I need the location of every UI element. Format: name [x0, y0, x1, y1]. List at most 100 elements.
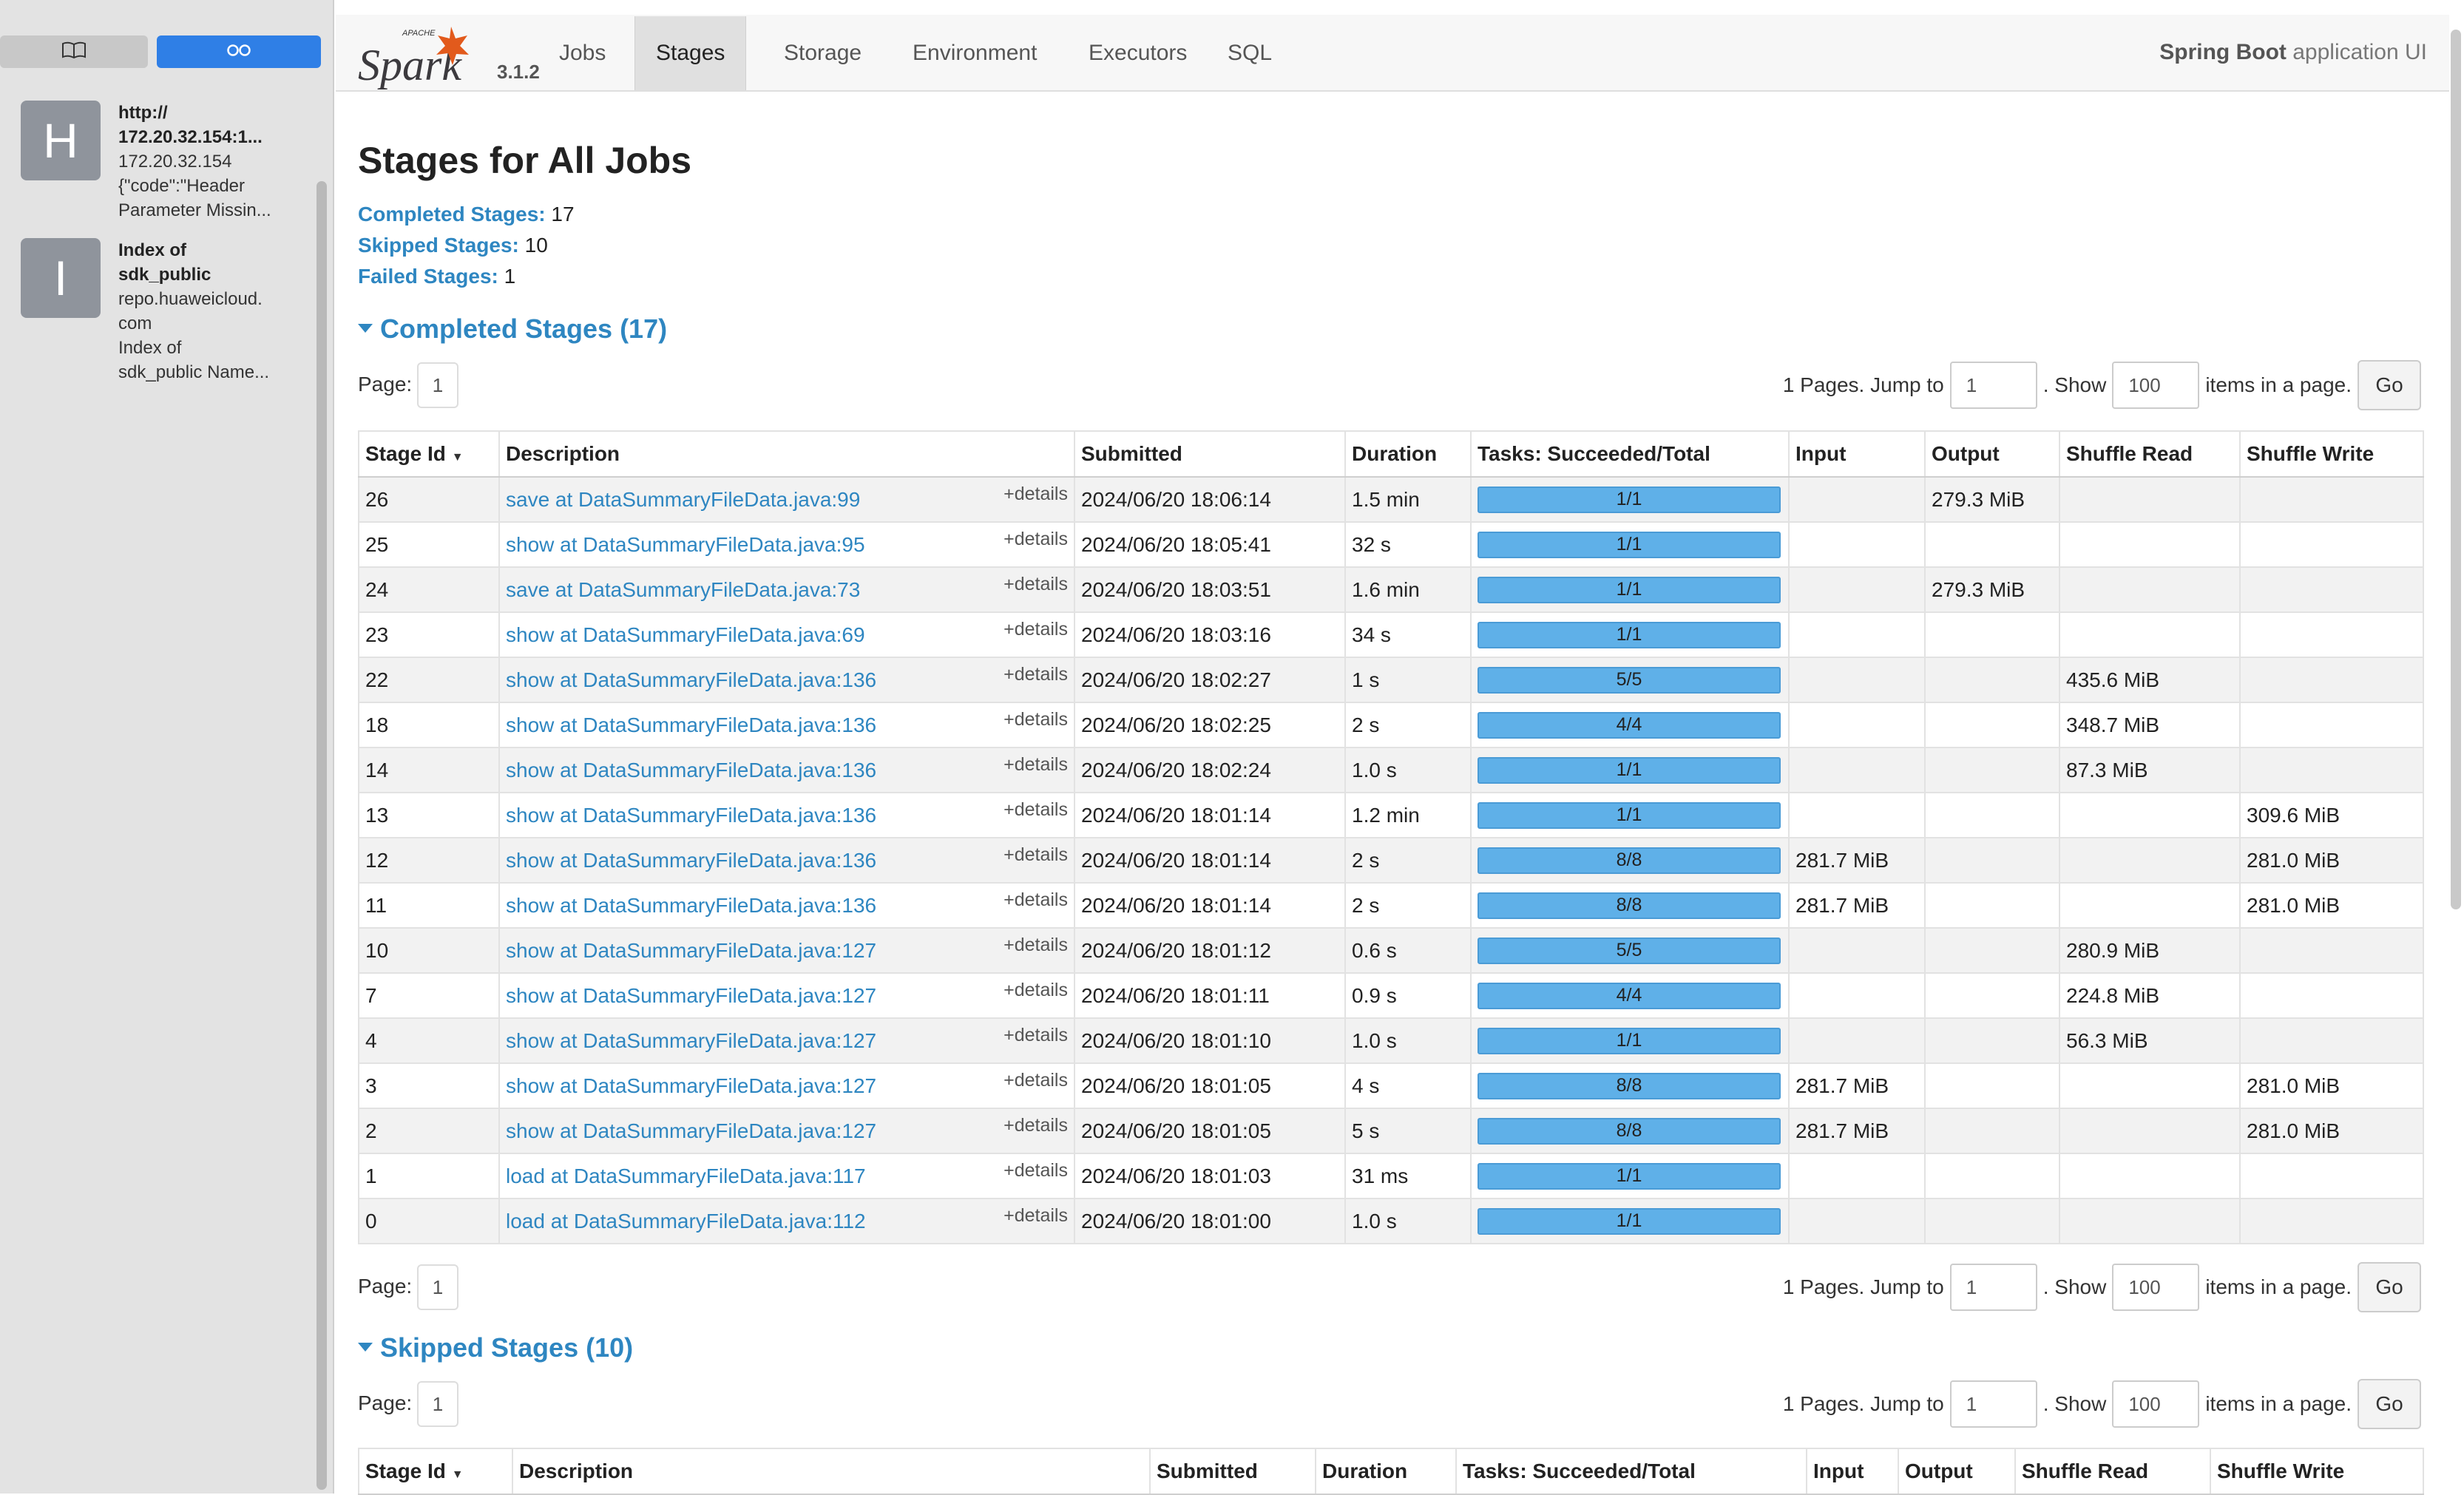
shuffle-write-cell	[2239, 927, 2424, 974]
details-toggle[interactable]: +details	[1003, 1205, 1068, 1227]
go-button[interactable]: Go	[2358, 1379, 2421, 1429]
details-toggle[interactable]: +details	[1003, 980, 1068, 1001]
completed-stages-header[interactable]: Completed Stages (17)	[358, 313, 667, 345]
stage-description-link[interactable]: show at DataSummaryFileData.java:136	[506, 713, 876, 737]
col-submitted[interactable]: Submitted	[1074, 430, 1346, 478]
go-button[interactable]: Go	[2358, 360, 2421, 410]
output-cell	[1924, 1108, 2060, 1154]
stage-description-link[interactable]: show at DataSummaryFileData.java:69	[506, 623, 865, 647]
description-wrap: show at DataSummaryFileData.java:127 +det…	[506, 929, 1068, 972]
col-tasks[interactable]: Tasks: Succeeded/Total	[1455, 1448, 1807, 1495]
spark-logo[interactable]: APACHE Spark 3.1.2	[356, 19, 540, 93]
details-toggle[interactable]: +details	[1003, 1160, 1068, 1182]
go-button[interactable]: Go	[2358, 1262, 2421, 1312]
tab-executors[interactable]: Executors	[1068, 16, 1208, 90]
details-toggle[interactable]: +details	[1003, 1025, 1068, 1046]
output-cell	[1924, 657, 2060, 703]
stage-description-link[interactable]: show at DataSummaryFileData.java:136	[506, 849, 876, 872]
col-shuffle-read[interactable]: Shuffle Read	[2059, 430, 2241, 478]
stage-description-link[interactable]: show at DataSummaryFileData.java:95	[506, 533, 865, 557]
tab-environment[interactable]: Environment	[892, 16, 1057, 90]
output-cell	[1924, 1198, 2060, 1244]
page-number-link[interactable]: 1	[417, 1264, 458, 1310]
jump-to-input[interactable]: 1	[1949, 1380, 2037, 1428]
col-description[interactable]: Description	[512, 1448, 1151, 1495]
details-toggle[interactable]: +details	[1003, 529, 1068, 550]
page-size-input[interactable]: 100	[2112, 362, 2200, 409]
stage-description-link[interactable]: save at DataSummaryFileData.java:73	[506, 578, 860, 602]
details-toggle[interactable]: +details	[1003, 1115, 1068, 1136]
tab-storage[interactable]: Storage	[763, 16, 882, 90]
page-number-link[interactable]: 1	[417, 1381, 458, 1427]
details-toggle[interactable]: +details	[1003, 619, 1068, 640]
sidebar-scrollbar[interactable]	[317, 181, 327, 1490]
table-row: 14 show at DataSummaryFileData.java:136 +d…	[358, 747, 2424, 793]
page-number-link[interactable]: 1	[417, 362, 458, 408]
output-cell	[1924, 747, 2060, 793]
col-submitted[interactable]: Submitted	[1149, 1448, 1316, 1495]
stage-description-link[interactable]: show at DataSummaryFileData.java:136	[506, 804, 876, 827]
col-input[interactable]: Input	[1806, 1448, 1899, 1495]
details-toggle[interactable]: +details	[1003, 709, 1068, 730]
details-toggle[interactable]: +details	[1003, 799, 1068, 821]
col-input[interactable]: Input	[1788, 430, 1926, 478]
tab-stages[interactable]: Stages	[634, 16, 747, 90]
description-cell: show at DataSummaryFileData.java:136 +det…	[498, 702, 1075, 748]
stage-description-link[interactable]: save at DataSummaryFileData.java:99	[506, 488, 860, 512]
col-shuffle-write[interactable]: Shuffle Write	[2210, 1448, 2424, 1495]
tab-jobs[interactable]: Jobs	[538, 16, 626, 90]
details-toggle[interactable]: +details	[1003, 889, 1068, 911]
stage-description-link[interactable]: show at DataSummaryFileData.java:136	[506, 894, 876, 918]
details-toggle[interactable]: +details	[1003, 664, 1068, 685]
stage-description-link[interactable]: show at DataSummaryFileData.java:127	[506, 1029, 876, 1053]
tab-bookmarks[interactable]	[0, 35, 148, 68]
details-toggle[interactable]: +details	[1003, 1070, 1068, 1091]
details-toggle[interactable]: +details	[1003, 935, 1068, 956]
table-row: 11 show at DataSummaryFileData.java:136 +d…	[358, 882, 2424, 929]
details-toggle[interactable]: +details	[1003, 574, 1068, 595]
col-output[interactable]: Output	[1898, 1448, 2016, 1495]
tab-reading-list[interactable]	[157, 35, 321, 68]
col-shuffle-write[interactable]: Shuffle Write	[2239, 430, 2424, 478]
col-shuffle-read[interactable]: Shuffle Read	[2014, 1448, 2211, 1495]
stage-description-link[interactable]: show at DataSummaryFileData.java:127	[506, 1074, 876, 1098]
col-stage-id[interactable]: Stage Id ▼	[358, 430, 500, 478]
col-duration[interactable]: Duration	[1315, 1448, 1457, 1495]
stage-description-link[interactable]: show at DataSummaryFileData.java:127	[506, 1119, 876, 1143]
jump-to-input[interactable]: 1	[1949, 362, 2037, 409]
details-toggle[interactable]: +details	[1003, 754, 1068, 776]
description-wrap: show at DataSummaryFileData.java:127 +det…	[506, 1065, 1068, 1107]
col-description[interactable]: Description	[498, 430, 1075, 478]
summary-completed-link[interactable]: Completed Stages:	[358, 203, 546, 226]
stage-description-link[interactable]: show at DataSummaryFileData.java:136	[506, 759, 876, 782]
tab-sql[interactable]: SQL	[1207, 16, 1293, 90]
page-size-input[interactable]: 100	[2112, 1380, 2200, 1428]
jump-to-input[interactable]: 1	[1949, 1264, 2037, 1311]
col-duration[interactable]: Duration	[1344, 430, 1472, 478]
sidebar-entry[interactable]: I Index of sdk_public repo.huaweicloud. …	[21, 238, 317, 386]
col-output[interactable]: Output	[1924, 430, 2060, 478]
skipped-stages-header[interactable]: Skipped Stages (10)	[358, 1332, 633, 1363]
duration-cell: 0.6 s	[1344, 927, 1472, 974]
summary-skipped-link[interactable]: Skipped Stages:	[358, 234, 519, 257]
submitted-cell: 2024/06/20 18:05:41	[1074, 521, 1346, 568]
stage-description-link[interactable]: load at DataSummaryFileData.java:117	[506, 1165, 866, 1188]
stage-description-link[interactable]: show at DataSummaryFileData.java:127	[506, 939, 876, 963]
table-row: 2 show at DataSummaryFileData.java:127 +de…	[358, 1108, 2424, 1154]
description-cell: show at DataSummaryFileData.java:127 +det…	[498, 1108, 1075, 1154]
page-scrollbar[interactable]	[2451, 30, 2461, 909]
col-tasks[interactable]: Tasks: Succeeded/Total	[1470, 430, 1790, 478]
details-toggle[interactable]: +details	[1003, 484, 1068, 505]
tasks-cell: 1/1	[1470, 476, 1790, 523]
summary-failed-link[interactable]: Failed Stages:	[358, 265, 498, 288]
tasks-cell: 1/1	[1470, 1017, 1790, 1064]
stage-description-link[interactable]: show at DataSummaryFileData.java:136	[506, 668, 876, 692]
col-stage-id[interactable]: Stage Id ▼	[358, 1448, 513, 1495]
stage-description-link[interactable]: load at DataSummaryFileData.java:112	[506, 1210, 866, 1233]
stage-description-link[interactable]: show at DataSummaryFileData.java:127	[506, 984, 876, 1008]
page-size-input[interactable]: 100	[2112, 1264, 2200, 1311]
show-text: . Show	[2042, 1392, 2107, 1415]
sidebar-entry[interactable]: H http:// 172.20.32.154:1... 172.20.32.1…	[21, 101, 317, 226]
table-row: 3 show at DataSummaryFileData.java:127 +de…	[358, 1062, 2424, 1109]
details-toggle[interactable]: +details	[1003, 844, 1068, 866]
